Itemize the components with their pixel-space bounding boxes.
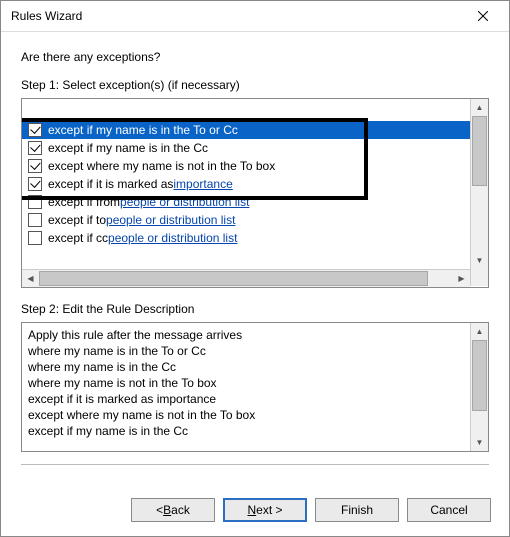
exception-link[interactable]: people or distribution list <box>108 231 237 245</box>
title-bar: Rules Wizard <box>1 1 509 32</box>
back-button[interactable]: < Back <box>131 498 215 522</box>
exception-label: except if it is marked as <box>48 177 173 191</box>
scroll-thumb[interactable] <box>472 340 487 411</box>
exception-row[interactable]: except if from people or distribution li… <box>22 193 470 211</box>
vertical-scrollbar[interactable]: ▲ ▼ <box>470 99 488 269</box>
checkbox[interactable] <box>28 213 42 227</box>
rule-description-box[interactable]: Apply this rule after the message arrive… <box>21 322 489 452</box>
window-title: Rules Wizard <box>11 9 82 23</box>
exception-row[interactable]: except if to people or distribution list <box>22 211 470 229</box>
next-button[interactable]: Next > <box>223 498 307 522</box>
exception-row[interactable]: except if cc people or distribution list <box>22 229 470 247</box>
exception-label: except if to <box>48 213 106 227</box>
exception-row[interactable]: except if my name is in the To or Cc <box>22 121 470 139</box>
step1-label: Step 1: Select exception(s) (if necessar… <box>21 78 489 92</box>
exception-row[interactable]: except where my name is not in the To bo… <box>22 157 470 175</box>
scroll-left-icon[interactable]: ◀ <box>22 270 39 287</box>
checkbox[interactable] <box>28 195 42 209</box>
checkbox[interactable] <box>28 141 42 155</box>
checkbox[interactable] <box>28 177 42 191</box>
scroll-up-icon[interactable]: ▲ <box>471 99 488 116</box>
scroll-right-icon[interactable]: ▶ <box>453 270 470 287</box>
exception-label: except if from <box>48 195 120 209</box>
horizontal-scrollbar[interactable]: ◀ ▶ <box>22 269 470 287</box>
checkbox[interactable] <box>28 231 42 245</box>
close-icon <box>478 11 488 21</box>
exception-row[interactable]: except if my name is in the Cc <box>22 139 470 157</box>
exception-list: except if my name is in the To or Cc exce… <box>21 98 489 288</box>
wizard-buttons: < Back Next > Finish Cancel <box>1 498 509 536</box>
exception-label: except if my name is in the To or Cc <box>48 123 238 137</box>
finish-button[interactable]: Finish <box>315 498 399 522</box>
cancel-button[interactable]: Cancel <box>407 498 491 522</box>
dialog-content: Are there any exceptions? Step 1: Select… <box>1 32 509 498</box>
scroll-down-icon[interactable]: ▼ <box>471 252 488 269</box>
vertical-scrollbar[interactable]: ▲ ▼ <box>470 323 488 451</box>
exception-link[interactable]: people or distribution list <box>106 213 235 227</box>
exception-row[interactable]: except if it is marked as importance <box>22 175 470 193</box>
scroll-down-icon[interactable]: ▼ <box>471 434 488 451</box>
checkbox[interactable] <box>28 123 42 137</box>
scroll-up-icon[interactable]: ▲ <box>471 323 488 340</box>
description-line: Apply this rule after the message arrive… <box>28 327 464 343</box>
description-line: except where my name is not in the To bo… <box>28 407 464 423</box>
scrollbar-corner <box>470 269 488 286</box>
exception-label: except if my name is in the Cc <box>48 141 208 155</box>
description-line: except if my name is in the Cc <box>28 423 464 439</box>
description-line: where my name is in the Cc <box>28 359 464 375</box>
step2-label: Step 2: Edit the Rule Description <box>21 302 489 316</box>
description-line: except if it is marked as importance <box>28 391 464 407</box>
exception-link[interactable]: people or distribution list <box>120 195 249 209</box>
exception-label: except if cc <box>48 231 108 245</box>
scroll-thumb[interactable] <box>472 116 487 186</box>
description-line: where my name is in the To or Cc <box>28 343 464 359</box>
rules-wizard-dialog: Rules Wizard Are there any exceptions? S… <box>0 0 510 537</box>
exception-label: except where my name is not in the To bo… <box>48 159 275 173</box>
exception-link[interactable]: importance <box>173 177 232 191</box>
exceptions-question: Are there any exceptions? <box>21 50 489 64</box>
description-line: where my name is not in the To box <box>28 375 464 391</box>
scroll-thumb[interactable] <box>39 271 428 286</box>
close-button[interactable] <box>465 2 501 30</box>
separator <box>21 464 489 465</box>
checkbox[interactable] <box>28 159 42 173</box>
